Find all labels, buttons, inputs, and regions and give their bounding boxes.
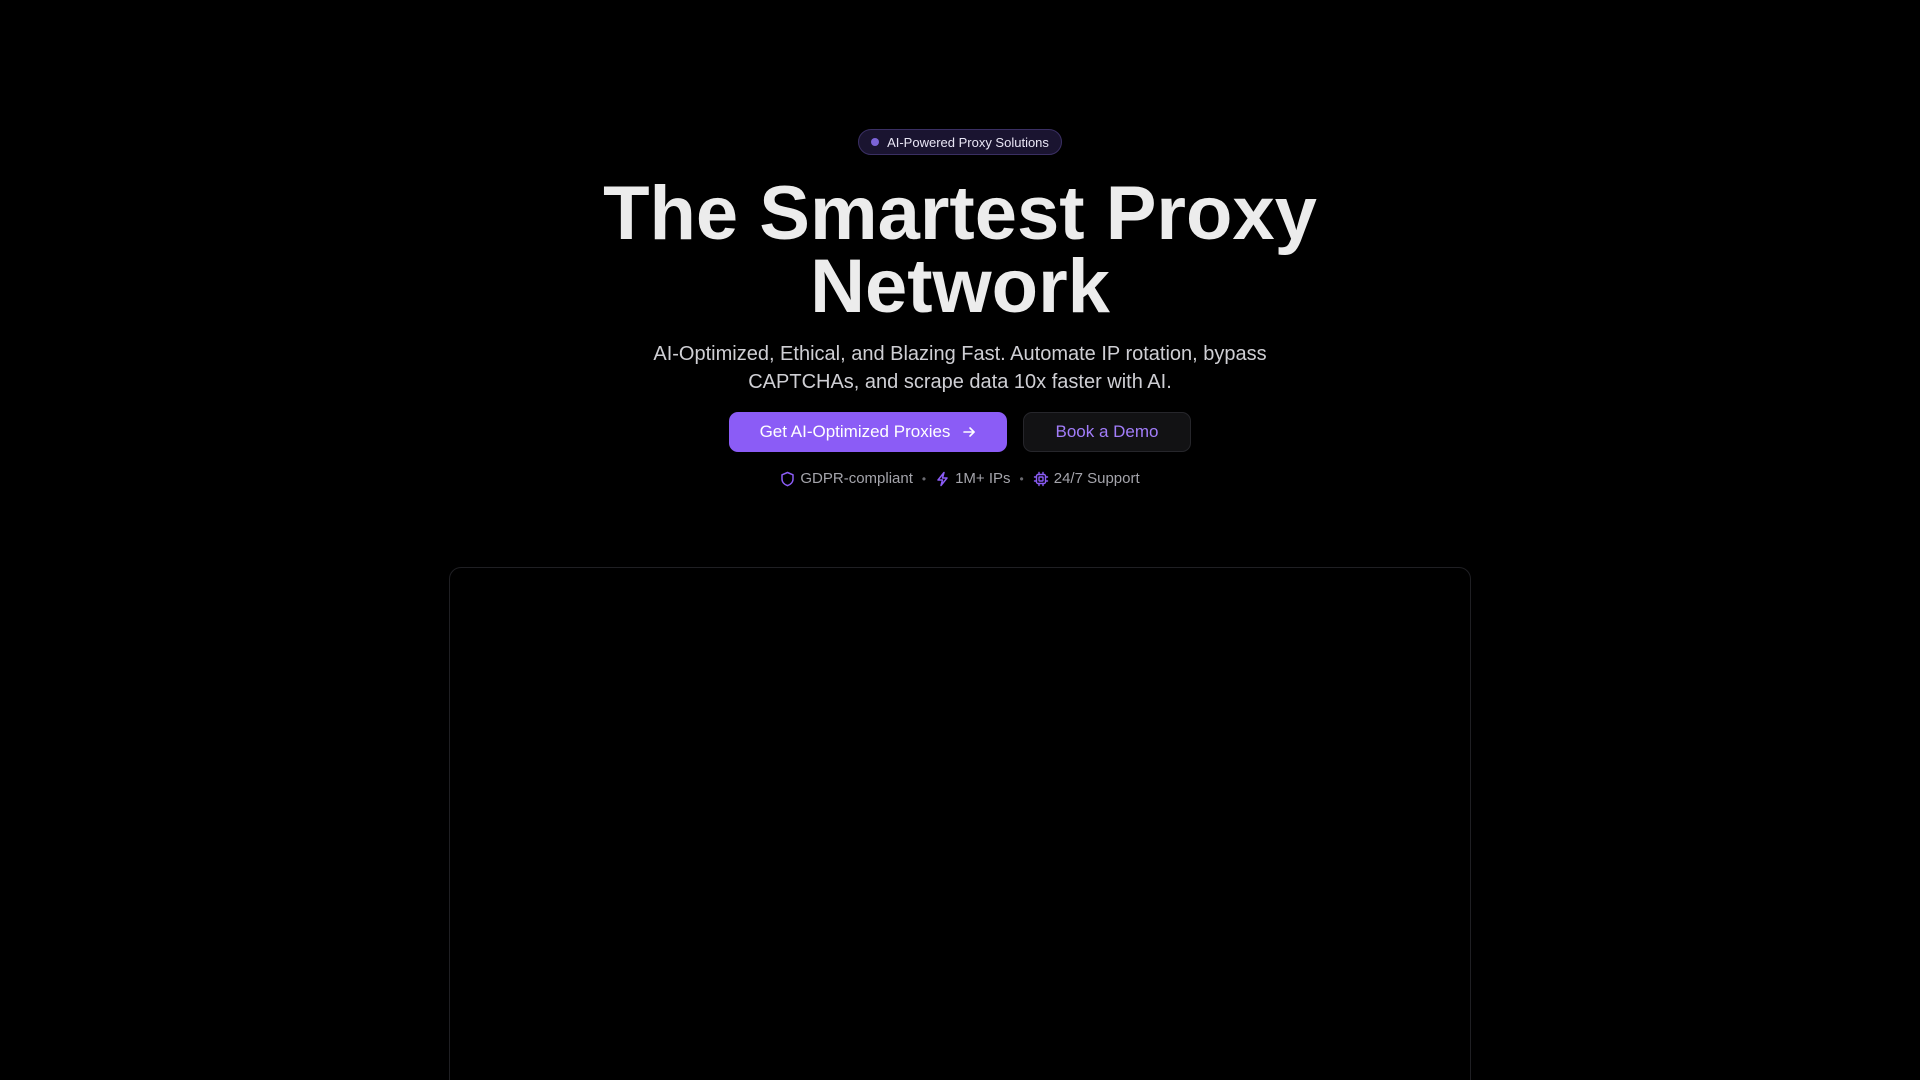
feature-support-label: 24/7 Support: [1053, 470, 1140, 487]
shield-icon: [780, 471, 795, 487]
badge-dot-icon: [871, 138, 880, 146]
book-demo-button-label: Book a Demo: [1055, 422, 1159, 441]
feature-support: 24/7 Support: [1033, 470, 1140, 487]
feature-list: GDPR-compliant • 1M+ IPs • 24/7 Support: [780, 470, 1140, 487]
get-proxies-button[interactable]: Get AI-Optimized Proxies: [729, 412, 1007, 452]
badge-label: AI-Powered Proxy Solutions: [887, 134, 1049, 150]
hero-badge: AI-Powered Proxy Solutions: [858, 129, 1062, 155]
feature-gdpr: GDPR-compliant: [780, 470, 913, 487]
feature-separator: •: [921, 471, 927, 486]
preview-panel: [449, 567, 1471, 1080]
feature-separator: •: [1019, 471, 1024, 486]
get-proxies-button-label: Get AI-Optimized Proxies: [759, 422, 951, 441]
feature-gdpr-label: GDPR-compliant: [800, 470, 913, 487]
feature-ips-label: 1M+ IPs: [955, 470, 1011, 487]
chip-icon: [1033, 471, 1049, 487]
arrow-right-icon: [962, 425, 976, 439]
hero-subtitle: AI-Optimized, Ethical, and Blazing Fast.…: [653, 343, 1267, 393]
hero-title: The Smartest Proxy Network: [603, 171, 1317, 329]
hero-actions: Get AI-Optimized Proxies Book a Demo: [729, 412, 1191, 452]
feature-ips: 1M+ IPs: [935, 470, 1011, 487]
lightning-icon: [935, 471, 950, 487]
book-demo-button[interactable]: Book a Demo: [1023, 412, 1191, 452]
landing-page: AI-Powered Proxy Solutions The Smartest …: [0, 0, 1920, 1080]
hero-section: AI-Powered Proxy Solutions The Smartest …: [0, 0, 1920, 487]
